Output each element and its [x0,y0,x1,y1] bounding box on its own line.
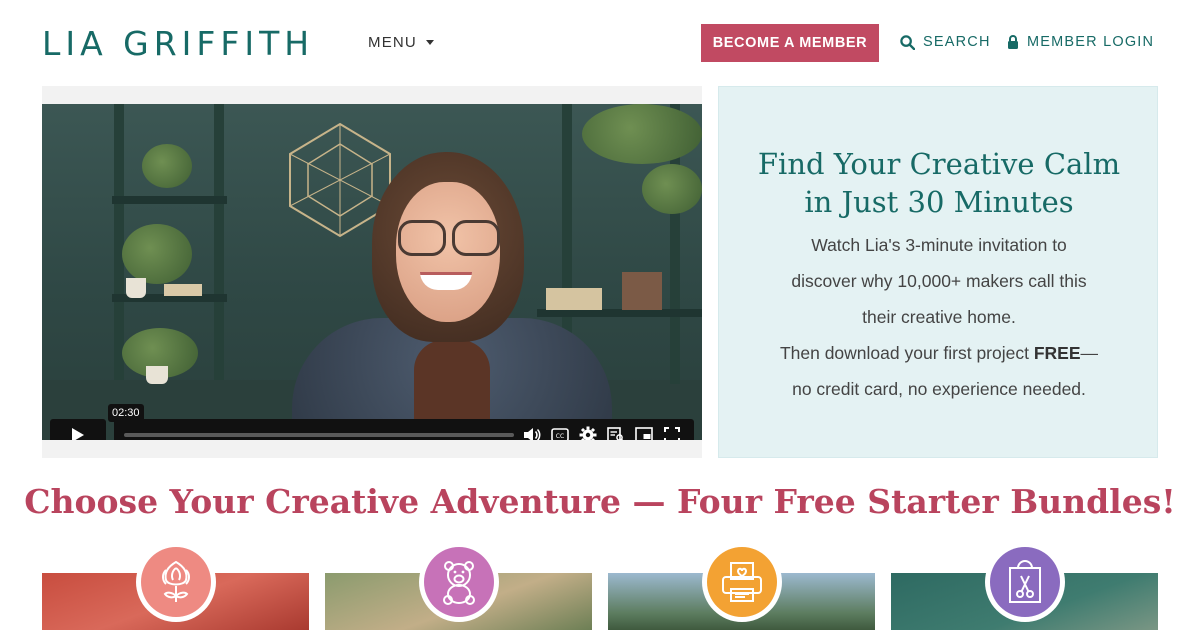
member-login-link[interactable]: MEMBER LOGIN [1007,34,1154,50]
logo-text: LIA GRIFFITH [42,23,315,63]
bundle-badge[interactable] [702,542,782,622]
callout-line: discover why 10,000+ makers call this [791,271,1087,291]
site-logo[interactable]: LIA GRIFFITH [42,22,314,64]
callout-body: Watch Lia's 3-minute invitation to disco… [719,227,1159,407]
menu-label: MENU [368,34,417,51]
site-header: LIA GRIFFITH MENU BECOME A MEMBER SEARCH… [0,0,1200,86]
volume-icon[interactable] [522,425,541,440]
badge-circle [424,547,494,617]
progress-scrubber[interactable] [124,433,514,437]
shelf-frame [214,104,224,384]
settings-icon[interactable] [578,425,597,440]
fullscreen-icon[interactable] [662,425,681,440]
callout-title-line2: in Just 30 Minutes [804,185,1074,219]
callout-line: Watch Lia's 3-minute invitation to [811,235,1067,255]
badge-circle [990,547,1060,617]
callout-line: their creative home. [862,307,1016,327]
invitation-callout: Find Your Creative Calm in Just 30 Minut… [718,86,1158,458]
plant [582,104,702,164]
shopping-bag-icon [1009,560,1041,603]
wood-block [622,272,662,310]
picture-in-picture-icon[interactable] [634,425,653,440]
become-member-button[interactable]: BECOME A MEMBER [701,24,879,62]
callout-title: Find Your Creative Calm in Just 30 Minut… [719,145,1159,221]
video-player[interactable]: 02:30 CC [42,104,702,440]
teddy-bear-icon [443,561,475,605]
search-label: SEARCH [923,34,991,50]
badge-circle [141,547,211,617]
callout-free-bold: FREE [1033,343,1081,363]
plant [642,164,702,214]
member-login-label: MEMBER LOGIN [1027,34,1155,50]
plant [122,224,192,284]
printer-icon [722,562,762,602]
bundle-badge[interactable] [136,542,216,622]
book-stack [546,288,602,310]
bundle-badge[interactable] [985,542,1065,622]
menu-dropdown[interactable]: MENU [368,34,434,51]
caret-down-icon [425,40,434,45]
bundle-badge[interactable] [419,542,499,622]
play-icon [72,428,84,440]
bundles-heading: Choose Your Creative Adventure — Four Fr… [24,482,1176,521]
transcript-icon[interactable] [606,425,625,440]
play-button[interactable] [50,419,106,440]
lock-icon [1008,35,1018,49]
plant [142,144,192,188]
svg-text:CC: CC [555,433,563,440]
shelf-frame [114,104,124,384]
book-stack [164,284,202,296]
callout-free-post: — [1080,343,1099,363]
search-icon [900,34,915,50]
callout-title-line1: Find Your Creative Calm [757,147,1121,181]
video-control-bar: CC [114,419,694,440]
callout-free-pre: Then download your first project [779,343,1034,363]
control-icons: CC [522,425,681,440]
plant-pot [126,278,146,298]
badge-circle [707,547,777,617]
flower-icon [162,560,190,602]
plant-pot [146,366,168,384]
callout-line: no credit card, no experience needed. [792,379,1086,399]
shelf [537,309,702,317]
search-link[interactable]: SEARCH [900,34,991,50]
captions-icon[interactable]: CC [550,425,569,440]
callout-line: Then download your first project FREE— [719,335,1159,371]
shelf [112,196,227,204]
video-section: 02:30 CC [42,86,702,458]
glasses [394,220,504,258]
